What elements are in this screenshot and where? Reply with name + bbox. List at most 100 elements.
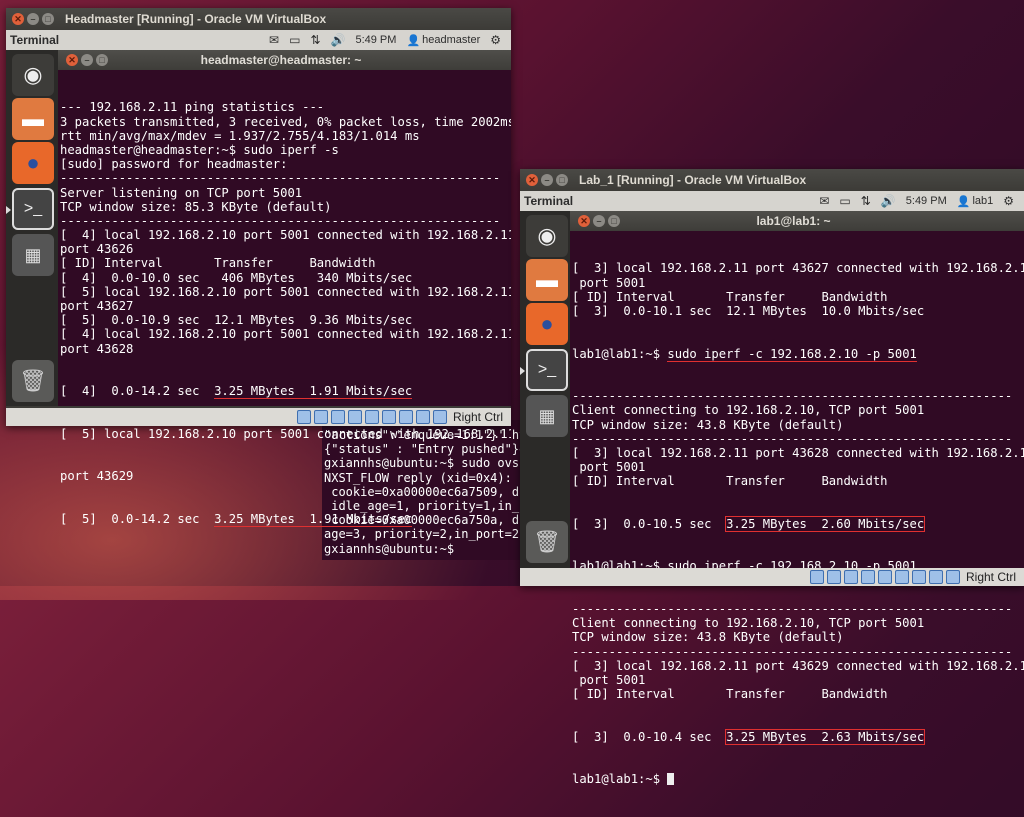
terminal-launcher-icon[interactable]: >_: [526, 349, 568, 391]
launcher-active-indicator: [520, 367, 525, 375]
terminal-line: [ 5] local 192.168.2.10 port 5001 connec…: [60, 284, 511, 299]
terminal-line: [ 5] 0.0-14.2 sec 3.25 MBytes 1.91 Mbits…: [60, 511, 413, 527]
dash-home-icon[interactable]: ◉: [12, 54, 54, 96]
terminal-line: port 43627: [60, 299, 134, 314]
terminal-output[interactable]: --- 192.168.2.11 ping statistics --- 3 pa…: [58, 70, 511, 557]
battery-icon[interactable]: ▭: [289, 33, 300, 47]
terminal-title: headmaster@headmaster: ~: [200, 53, 362, 67]
network-icon[interactable]: ⇅: [861, 194, 871, 208]
terminal-prompt[interactable]: lab1@lab1:~$: [572, 772, 1022, 786]
video-capture-icon[interactable]: [894, 570, 909, 584]
workspace-switcher-icon[interactable]: ▦: [526, 395, 568, 437]
vm-titlebar[interactable]: ✕ – □ Headmaster [Running] - Oracle VM V…: [6, 8, 511, 30]
clock[interactable]: 5:49 PM: [906, 195, 947, 207]
terminal-title: lab1@lab1: ~: [756, 214, 831, 228]
files-icon[interactable]: ▬: [12, 98, 54, 140]
dash-home-icon[interactable]: ◉: [526, 215, 568, 257]
hard-disk-icon[interactable]: [809, 570, 824, 584]
vm-titlebar[interactable]: ✕ – □ Lab_1 [Running] - Oracle VM Virtua…: [520, 169, 1024, 191]
usb-icon[interactable]: [330, 410, 345, 424]
workspace-switcher-icon[interactable]: ▦: [12, 234, 54, 276]
close-icon[interactable]: ✕: [578, 215, 590, 227]
volume-icon[interactable]: 🔊: [881, 194, 896, 208]
keyboard-capture-icon[interactable]: [432, 410, 447, 424]
user-icon[interactable]: 👤: [406, 34, 420, 47]
vm-statusbar: Right Ctrl: [520, 568, 1024, 586]
terminal-line: port 43628: [60, 341, 134, 356]
terminal-line: [ 3] 0.0-10.1 sec 12.1 MBytes 10.0 Mbits…: [572, 303, 925, 318]
terminal-line: rtt min/avg/max/mdev = 1.937/2.755/4.183…: [60, 128, 420, 143]
battery-icon[interactable]: ▭: [839, 194, 850, 208]
terminal-line: [ ID] Interval Transfer Bandwidth: [572, 289, 888, 304]
shared-folder-icon[interactable]: [860, 570, 875, 584]
video-capture-icon[interactable]: [381, 410, 396, 424]
trash-icon[interactable]: 🗑: [12, 360, 54, 402]
terminal-line: TCP window size: 43.8 KByte (default): [572, 417, 844, 432]
terminal-line: TCP window size: 43.8 KByte (default): [572, 630, 844, 645]
user-name[interactable]: lab1: [972, 195, 993, 207]
display-icon[interactable]: [877, 570, 892, 584]
terminal-titlebar[interactable]: ✕ – □ lab1@lab1: ~: [570, 211, 1024, 231]
trash-icon[interactable]: 🗑: [526, 521, 568, 563]
clock[interactable]: 5:49 PM: [355, 34, 396, 46]
volume-icon[interactable]: 🔊: [331, 33, 346, 47]
usb-icon[interactable]: [843, 570, 858, 584]
mouse-integration-icon[interactable]: [928, 570, 943, 584]
highlighted-result: 3.25 MBytes 1.91 Mbits/sec: [214, 384, 413, 400]
shared-folder-icon[interactable]: [347, 410, 362, 424]
terminal-line: ----------------------------------------…: [572, 389, 1013, 404]
highlighted-command: sudo iperf -c 192.168.2.10 -p 5001: [667, 346, 917, 362]
network-adapter-icon[interactable]: [911, 570, 926, 584]
ubuntu-top-panel: Terminal ✉ ▭ ⇅ 🔊 5:49 PM 👤 lab1 ⚙: [520, 191, 1024, 212]
display-icon[interactable]: [364, 410, 379, 424]
terminal-line: [ ID] Interval Transfer Bandwidth: [60, 256, 376, 271]
mouse-integration-icon[interactable]: [415, 410, 430, 424]
terminal-line: 3 packets transmitted, 3 received, 0% pa…: [60, 114, 511, 129]
highlighted-result: 3.25 MBytes 1.91 Mbits/sec: [214, 511, 413, 527]
terminal-line: Server listening on TCP port 5001: [60, 185, 303, 200]
terminal-launcher-icon[interactable]: >_: [12, 188, 54, 230]
vm-statusbar: Right Ctrl: [6, 408, 511, 426]
network-adapter-icon[interactable]: [398, 410, 413, 424]
firefox-icon[interactable]: ●: [526, 303, 568, 345]
files-icon[interactable]: ▬: [526, 259, 568, 301]
terminal-line: ----------------------------------------…: [572, 602, 1013, 617]
user-name[interactable]: headmaster: [422, 34, 480, 46]
close-icon[interactable]: ✕: [66, 54, 78, 66]
firefox-icon[interactable]: ●: [12, 142, 54, 184]
minimize-icon[interactable]: –: [81, 54, 93, 66]
optical-drive-icon[interactable]: [313, 410, 328, 424]
hard-disk-icon[interactable]: [296, 410, 311, 424]
maximize-icon[interactable]: □: [608, 215, 620, 227]
minimize-icon[interactable]: –: [27, 13, 39, 25]
maximize-icon[interactable]: □: [42, 13, 54, 25]
terminal-line: Client connecting to 192.168.2.10, TCP p…: [572, 616, 925, 631]
network-icon[interactable]: ⇅: [310, 33, 320, 47]
terminal-titlebar[interactable]: ✕ – □ headmaster@headmaster: ~: [58, 50, 511, 70]
optical-drive-icon[interactable]: [826, 570, 841, 584]
terminal-line: port 43629: [60, 469, 134, 484]
maximize-icon[interactable]: □: [556, 174, 568, 186]
gear-icon[interactable]: ⚙: [490, 33, 501, 47]
terminal-line: [ 5] 0.0-10.9 sec 12.1 MBytes 9.36 Mbits…: [60, 313, 413, 328]
minimize-icon[interactable]: –: [541, 174, 553, 186]
vm-window-lab1[interactable]: ✕ – □ Lab_1 [Running] - Oracle VM Virtua…: [520, 169, 1024, 786]
terminal-line: [sudo] password for headmaster:: [60, 157, 288, 172]
terminal-line: [ 3] local 192.168.2.11 port 43628 conne…: [572, 445, 1024, 460]
mail-icon[interactable]: ✉: [819, 194, 829, 208]
terminal-window-headmaster[interactable]: ✕ – □ headmaster@headmaster: ~ --- 192.1…: [58, 50, 511, 527]
vm-window-headmaster[interactable]: ✕ – □ Headmaster [Running] - Oracle VM V…: [6, 8, 511, 527]
user-icon[interactable]: 👤: [957, 195, 971, 208]
terminal-output[interactable]: [ 3] local 192.168.2.11 port 43627 conne…: [570, 231, 1024, 817]
maximize-icon[interactable]: □: [96, 54, 108, 66]
terminal-window-lab1[interactable]: ✕ – □ lab1@lab1: ~ [ 3] local 192.168.2.…: [570, 211, 1024, 786]
keyboard-capture-icon[interactable]: [945, 570, 960, 584]
host-key-label: Right Ctrl: [965, 570, 1016, 584]
mail-icon[interactable]: ✉: [269, 33, 279, 47]
minimize-icon[interactable]: –: [593, 215, 605, 227]
launcher: ◉ ▬ ● >_ ▦ 🗑: [520, 211, 572, 568]
launcher-active-indicator: [6, 206, 11, 214]
close-icon[interactable]: ✕: [12, 13, 24, 25]
close-icon[interactable]: ✕: [526, 174, 538, 186]
gear-icon[interactable]: ⚙: [1003, 194, 1014, 208]
